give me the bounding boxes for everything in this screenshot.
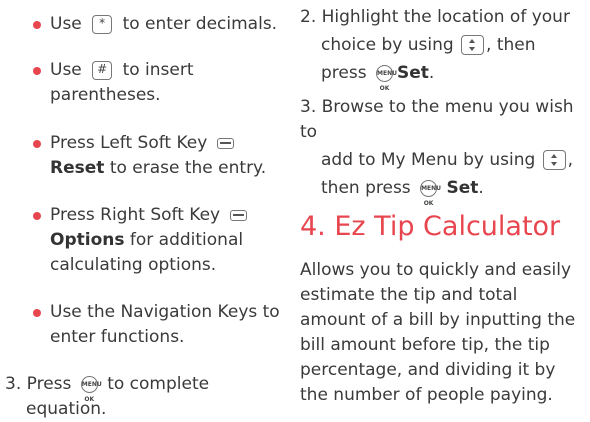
navigation-key-icon: [461, 35, 485, 55]
bullet-dot: [33, 212, 41, 220]
item-text: Use: [50, 14, 82, 34]
item-text: calculating options.: [50, 255, 217, 275]
step-text: add to My Menu by using: [321, 150, 536, 170]
step-3: 3. Browse to the menu you wish to add to…: [300, 95, 590, 207]
item-bold-text: Options: [50, 230, 125, 250]
section-heading: 4. Ez Tip Calculator: [300, 211, 561, 242]
item-text: enter functions.: [50, 327, 185, 347]
step-text: , then: [486, 35, 536, 55]
ok-menu-key-icon: MENU OK: [80, 375, 102, 403]
step-text: to complete: [107, 374, 210, 394]
step-text: 3. Browse to the menu you wish to: [300, 97, 574, 142]
item-text: Use: [50, 60, 82, 80]
item-text: Use the Navigation Keys to: [50, 302, 280, 322]
step-text: .: [478, 178, 484, 198]
step-bold-text: Set: [446, 178, 479, 198]
paragraph-line: estimate the tip and total: [300, 285, 518, 305]
item-text: Press Left Soft Key: [50, 133, 208, 153]
item-text: to enter decimals.: [122, 14, 278, 34]
item-text: Press Right Soft Key: [50, 205, 221, 225]
paragraph-line: amount of a bill by inputting the: [300, 310, 576, 330]
step-text: then press: [321, 178, 411, 198]
navigation-key-icon: [542, 150, 566, 170]
step-text: 3. Press: [5, 374, 72, 394]
right-soft-key-icon: [229, 209, 247, 221]
paragraph-line: Allows you to quickly and easily: [300, 260, 572, 280]
ok-menu-key-icon: MENU OK: [376, 64, 397, 92]
step-text: equation.: [26, 399, 107, 419]
step-bold-text: Set: [397, 63, 429, 83]
paragraph-line: bill amount before tip, the tip: [300, 335, 550, 355]
step-text: .: [428, 63, 435, 83]
step-text: 2. Highlight the location of your: [300, 7, 570, 27]
item-text: parentheses.: [50, 85, 161, 105]
item-text: for additional: [129, 230, 244, 250]
item-bold-text: Reset: [50, 158, 105, 178]
description-paragraph: Allows you to quickly and easily estimat…: [300, 258, 590, 408]
bullet-dot: [33, 140, 41, 148]
paragraph-line: the number of people paying.: [300, 385, 553, 405]
step-text: ,: [567, 150, 574, 170]
left-soft-key-icon: [216, 137, 234, 149]
bullet-dot: [33, 309, 41, 317]
bullet-dot: [33, 21, 41, 29]
item-text: to insert: [122, 60, 194, 80]
ok-menu-key-icon: MENU OK: [420, 179, 441, 207]
step-2: 2. Highlight the location of your choice…: [300, 5, 590, 92]
step-text: press: [321, 63, 367, 83]
bullet-dot: [33, 67, 41, 75]
pound-key-icon: #: [92, 60, 113, 80]
step-text: choice by using: [321, 35, 454, 55]
item-text: to erase the entry.: [109, 158, 267, 178]
paragraph-line: percentage, and dividing it by: [300, 360, 556, 380]
step-3: 3. Press MENU OK to complete equation.: [5, 372, 285, 422]
star-key-icon: *: [92, 14, 113, 34]
